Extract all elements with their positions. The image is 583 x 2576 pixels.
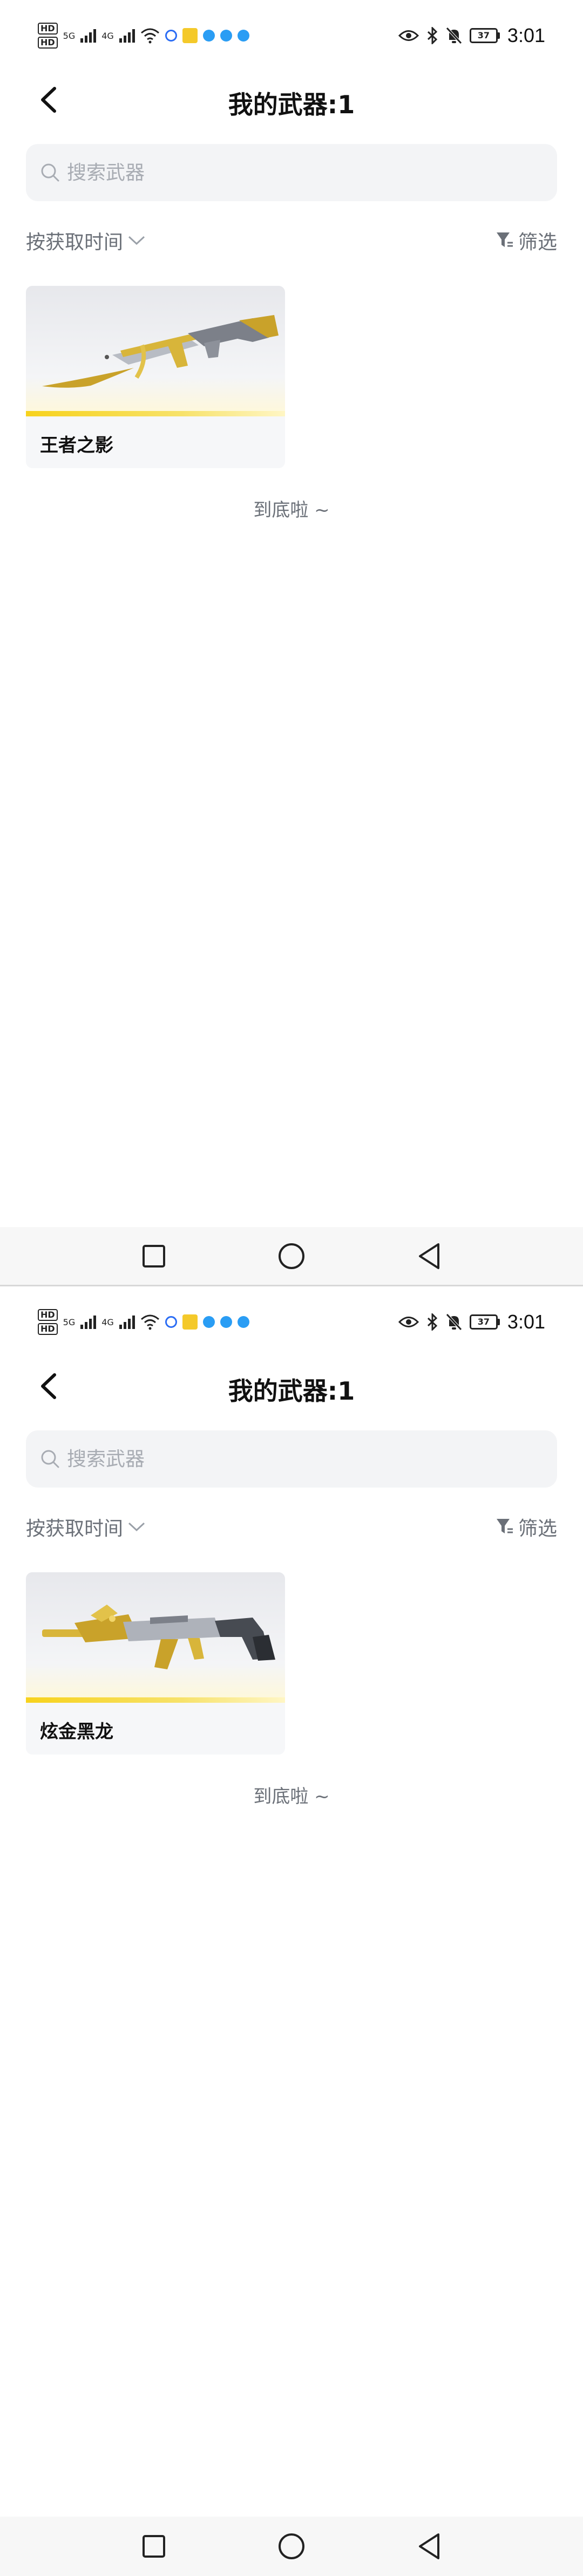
signal-icon [80,29,97,43]
sort-dropdown[interactable]: 按获取时间 [26,1513,146,1541]
status-left: HD HD 5G 4G [38,1306,249,1338]
back-nav-button[interactable] [413,1240,445,1272]
battery-level: 37 [469,1314,498,1330]
weapon-name: 王者之影 [40,435,113,456]
sort-dropdown[interactable]: 按获取时间 [26,227,146,255]
wifi-icon [140,28,159,44]
filter-button[interactable]: 筛选 [496,1513,557,1541]
filter-label: 筛选 [518,231,557,254]
square-icon [143,2535,165,2558]
sort-label: 按获取时间 [26,1518,124,1540]
page-title: 我的武器:1 [228,90,355,119]
filter-icon [496,1519,513,1533]
triangle-back-icon [419,1243,439,1269]
app-notification-icon [237,1316,249,1328]
status-bar: HD HD 5G 4G 37 3:01 [0,0,583,70]
app-notification-icon [165,1316,177,1328]
hd-badge: HD [38,23,58,35]
back-nav-button[interactable] [413,2530,445,2563]
mute-bell-icon [446,1313,462,1331]
status-time: 3:01 [507,24,545,46]
search-icon [41,1450,59,1468]
hd-badge: HD [38,1323,58,1335]
mute-bell-icon [446,27,462,44]
app-notification-icon [202,1316,215,1328]
screen-1: HD HD 5G 4G 37 3:01 我的武器:1 搜索武器 按获取时间 筛选… [0,0,583,1286]
end-of-list-tip: 到底啦 ~ [253,1786,330,1807]
filter-icon [496,232,513,247]
chevron-down-icon [128,236,145,245]
weapon-card[interactable]: 王者之影 [26,286,285,468]
bluetooth-icon [427,27,438,44]
app-header: 我的武器:1 [0,1356,583,1416]
battery-icon: 37 [469,1314,500,1330]
battery-level: 37 [469,28,498,43]
app-notification-icon [165,30,177,42]
status-right: 37 3:01 [398,1306,545,1338]
search-bar[interactable] [26,144,557,201]
network-type: 5G [63,1317,76,1327]
app-notification-icon [182,1314,198,1330]
triangle-back-icon [419,2533,439,2559]
weapon-image [26,1572,285,1703]
weapon-card[interactable]: 炫金黑龙 [26,1572,285,1755]
system-nav-bar [0,2517,583,2576]
search-input[interactable] [67,1448,542,1470]
network-type: 4G [101,1317,114,1327]
sort-filter-row: 按获取时间 筛选 [26,227,557,259]
home-button[interactable] [275,2530,308,2563]
app-header: 我的武器:1 [0,70,583,129]
rifle-m4-gold-icon [42,1605,275,1669]
app-notification-icon [220,1316,232,1328]
battery-icon: 37 [469,28,500,43]
signal-icon [119,29,135,43]
filter-button[interactable]: 筛选 [496,227,557,255]
recents-button[interactable] [138,1240,170,1272]
network-type: 5G [63,30,76,41]
home-button[interactable] [275,1240,308,1272]
screen-2: HD HD 5G 4G 37 3:01 我的武器:1 搜索武器 按获取时间 筛选… [0,1286,583,2576]
circle-icon [279,2533,304,2559]
wifi-icon [140,1314,159,1330]
recents-button[interactable] [138,2530,170,2563]
filter-label: 筛选 [518,1518,557,1540]
end-of-list-tip: 到底啦 ~ [253,499,330,521]
square-icon [143,1244,165,1268]
status-time: 3:01 [507,1311,545,1333]
app-notification-icon [220,30,232,42]
status-left: HD HD 5G 4G [38,19,249,52]
sort-label: 按获取时间 [26,231,124,254]
hd-badge: HD [38,1309,58,1321]
search-bar[interactable] [26,1430,557,1488]
chevron-down-icon [128,1522,145,1532]
status-right: 37 3:01 [398,19,545,52]
network-type: 4G [101,30,114,41]
rifle-ak-gold-icon [42,315,279,388]
signal-icon [80,1315,97,1329]
system-nav-bar [0,1227,583,1286]
search-input[interactable] [67,161,542,184]
app-notification-icon [202,30,215,42]
status-bar: HD HD 5G 4G 37 3:01 [0,1286,583,1356]
weapon-image [26,286,285,416]
eye-icon [398,30,419,41]
app-notification-icon [182,28,198,43]
sort-filter-row: 按获取时间 筛选 [26,1513,557,1545]
page-title: 我的武器:1 [228,1376,355,1406]
bluetooth-icon [427,1313,438,1331]
eye-icon [398,1317,419,1327]
signal-icon [119,1315,135,1329]
app-notification-icon [237,30,249,42]
weapon-name: 炫金黑龙 [40,1721,113,1743]
search-icon [41,163,59,182]
hd-badge: HD [38,37,58,49]
circle-icon [279,1243,304,1269]
